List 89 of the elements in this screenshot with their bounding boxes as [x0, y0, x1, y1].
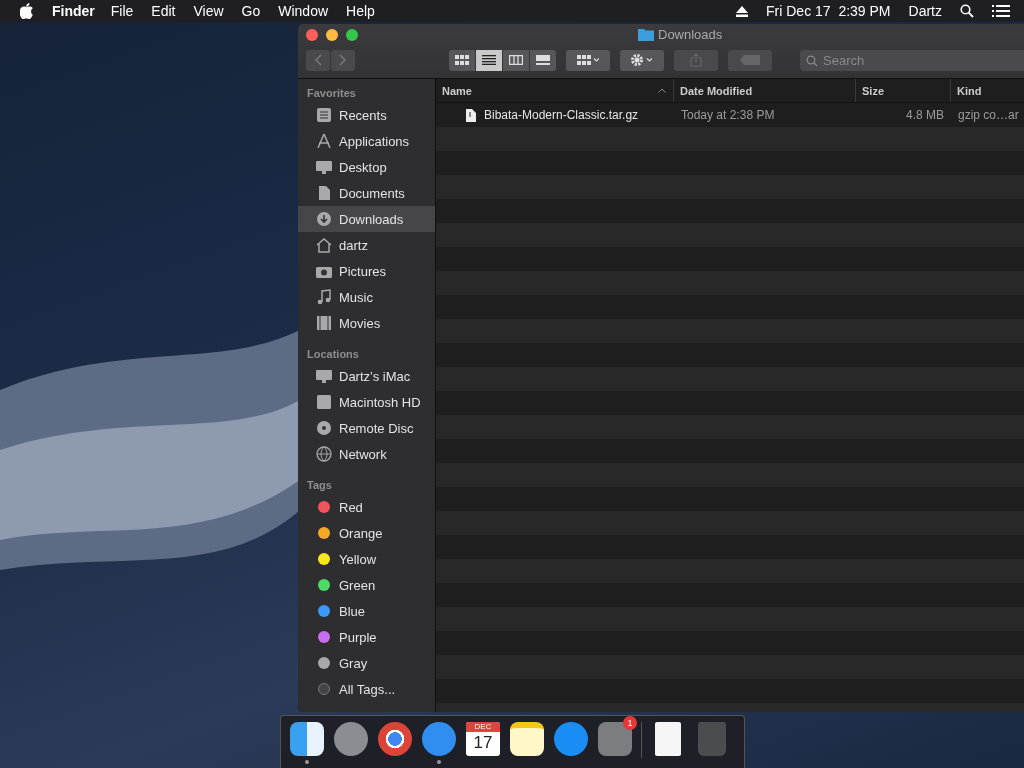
sidebar-item[interactable]: Dartz’s iMac — [298, 363, 435, 389]
sidebar-heading: Locations — [306, 347, 360, 362]
film-icon — [315, 315, 333, 331]
menu-item[interactable]: Go — [241, 3, 261, 19]
share-icon — [690, 53, 702, 67]
sidebar-item[interactable]: Movies — [298, 310, 435, 336]
date-modified-cell-text: Today at 2:38 PM — [680, 108, 776, 122]
kind-cell-text: gzip co…ar — [957, 108, 1020, 122]
chevron-left-icon — [314, 54, 322, 66]
notepad-icon[interactable] — [510, 722, 544, 756]
sidebar-item[interactable]: Recents — [298, 102, 435, 128]
size-cell-text: 4.8 MB — [905, 108, 945, 122]
sidebar-item[interactable]: Macintosh HD — [298, 389, 435, 415]
grid-icon — [455, 55, 469, 65]
group-button[interactable] — [566, 49, 610, 71]
search-icon[interactable] — [960, 4, 974, 18]
calendar-day: 17 — [473, 732, 493, 754]
list-icon — [482, 55, 496, 65]
tag-icon — [740, 55, 760, 65]
file-icon — [466, 108, 476, 122]
house-icon — [315, 237, 333, 253]
monitor-icon — [315, 159, 333, 175]
close-button[interactable] — [306, 29, 318, 41]
sidebar-item[interactable]: Red — [298, 494, 435, 520]
sidebar-item[interactable]: Music — [298, 284, 435, 310]
sidebar-item[interactable]: Purple — [298, 624, 435, 650]
menu-item[interactable]: Edit — [151, 3, 176, 19]
apple-logo-icon[interactable] — [20, 3, 34, 19]
tray-icon — [315, 107, 333, 123]
sidebar-heading: Tags — [306, 478, 333, 493]
gallery-view-button[interactable] — [530, 49, 556, 71]
user-name[interactable]: Dartz — [908, 3, 942, 19]
running-indicator — [437, 760, 441, 764]
columns-view-button[interactable] — [503, 49, 529, 71]
sidebar-item[interactable]: Remote Disc — [298, 415, 435, 441]
grid-caret-icon — [577, 55, 599, 65]
file-name: Bibata-Modern-Classic.tar.gz — [484, 108, 639, 122]
menu-item[interactable]: File — [110, 3, 134, 19]
window-title: Downloads — [658, 27, 723, 42]
list-menu-icon[interactable] — [992, 5, 1010, 17]
sidebar-item[interactable]: Network — [298, 441, 435, 467]
music-note-icon — [315, 289, 333, 305]
sort-caret-icon[interactable] — [658, 88, 666, 93]
sidebar-heading: Favorites — [306, 86, 357, 101]
menu-item[interactable]: View — [193, 3, 224, 19]
column-header[interactable]: Kind — [951, 79, 1024, 102]
sidebar-item[interactable]: Green — [298, 572, 435, 598]
chevron-right-icon — [339, 54, 347, 66]
calendar-icon[interactable]: DEC 17 — [466, 722, 500, 756]
eject-icon[interactable] — [736, 5, 749, 17]
running-indicator — [305, 760, 309, 764]
sidebar-item[interactable]: Documents — [298, 180, 435, 206]
minimize-button[interactable] — [326, 29, 338, 41]
browser-icon[interactable] — [378, 722, 412, 756]
monitor-icon — [315, 368, 333, 384]
sidebar-item[interactable]: Pictures — [298, 258, 435, 284]
menu-item[interactable]: Help — [346, 3, 375, 19]
disc-icon — [315, 420, 333, 436]
menu-item[interactable]: Window — [278, 3, 329, 19]
columns-icon — [509, 55, 523, 65]
column-header[interactable]: Size — [856, 79, 951, 102]
search-field[interactable]: Search — [800, 49, 1024, 71]
icons-view-button[interactable] — [449, 49, 475, 71]
zoom-button[interactable] — [346, 29, 358, 41]
menu-clock[interactable]: Fri Dec 17 2:39 PM — [766, 3, 891, 19]
tag-dot — [318, 683, 330, 695]
sidebar-item[interactable]: Desktop — [298, 154, 435, 180]
sidebar-item[interactable]: All Tags... — [298, 676, 435, 702]
column-header[interactable]: Name — [436, 79, 674, 102]
sidebar-item[interactable]: Applications — [298, 128, 435, 154]
globe-icon — [315, 446, 333, 462]
gallery-icon — [536, 55, 550, 65]
sidebar-item[interactable]: Blue — [298, 598, 435, 624]
gear-caret-icon — [630, 53, 654, 67]
sidebar-item[interactable]: Gray — [298, 650, 435, 676]
action-button[interactable] — [620, 49, 664, 71]
folder-icon — [638, 28, 654, 41]
sidebar-item[interactable]: Orange — [298, 520, 435, 546]
sidebar-item[interactable]: dartz — [298, 232, 435, 258]
notification-badge: 1 — [623, 716, 637, 730]
calendar-month: DEC — [466, 722, 500, 732]
file-row[interactable]: Bibata-Modern-Classic.tar.gz Today at 2:38 PM 4.8 MB gzip co…ar — [436, 103, 1024, 127]
hard-drive-icon — [315, 394, 333, 410]
sidebar-item[interactable]: Yellow — [298, 546, 435, 572]
download-icon — [315, 211, 333, 227]
list-view-button[interactable] — [476, 49, 502, 71]
sidebar-item[interactable]: Downloads — [298, 206, 435, 232]
column-header[interactable]: Date Modified — [674, 79, 856, 102]
menu-app-name[interactable]: Finder — [52, 3, 95, 19]
